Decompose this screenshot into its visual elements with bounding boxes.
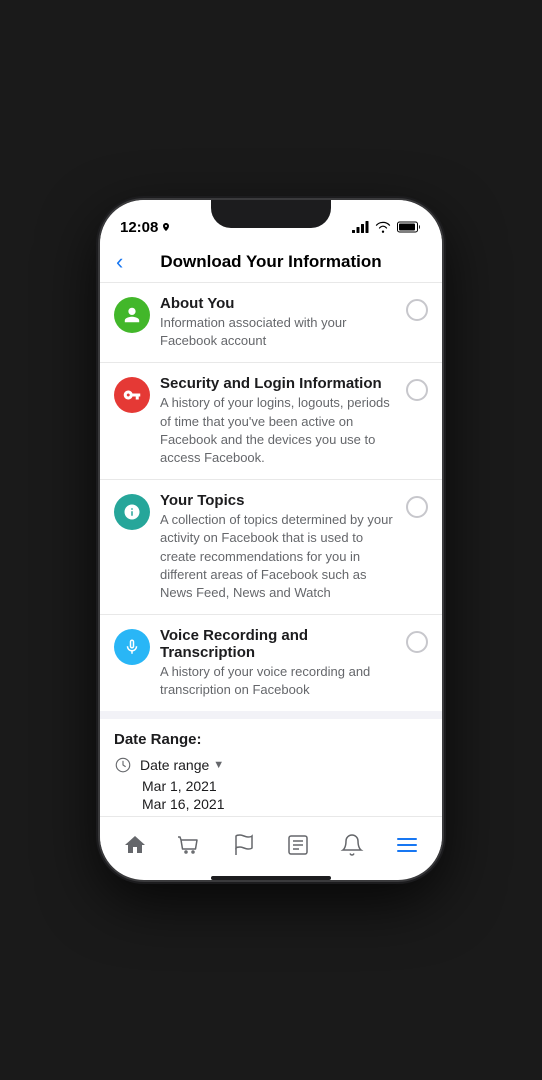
- topics-icon: [114, 494, 150, 530]
- nav-item-news[interactable]: [278, 829, 318, 861]
- time-display: 12:08: [120, 219, 158, 236]
- date-range-label: Date Range:: [114, 731, 428, 748]
- list-item[interactable]: Your Topics A collection of topics deter…: [100, 480, 442, 615]
- voice-title: Voice Recording and Transcription: [160, 627, 398, 661]
- news-icon: [286, 833, 310, 857]
- person-icon: [123, 306, 141, 324]
- nav-item-store[interactable]: [169, 829, 209, 861]
- list-item[interactable]: About You Information associated with yo…: [100, 283, 442, 363]
- section-list: About You Information associated with yo…: [100, 283, 442, 711]
- flag-icon: [232, 833, 256, 857]
- end-date: Mar 16, 2021: [142, 796, 428, 812]
- topics-text: Your Topics A collection of topics deter…: [160, 492, 398, 602]
- phone-shell: 12:08: [100, 200, 442, 880]
- nav-header: ‹ Download Your Information: [100, 244, 442, 283]
- nav-item-menu[interactable]: [387, 829, 427, 861]
- clock-icon: [114, 756, 132, 774]
- mic-icon: [123, 638, 141, 656]
- nav-item-bell[interactable]: [332, 829, 372, 861]
- back-button[interactable]: ‹: [116, 249, 123, 275]
- list-item[interactable]: Security and Login Information A history…: [100, 363, 442, 480]
- nav-item-home[interactable]: [115, 829, 155, 861]
- notch: [211, 200, 331, 228]
- list-item[interactable]: Voice Recording and Transcription A hist…: [100, 615, 442, 711]
- bottom-nav: [100, 816, 442, 872]
- security-icon: [114, 377, 150, 413]
- status-time: 12:08: [120, 219, 171, 236]
- content-area[interactable]: About You Information associated with yo…: [100, 283, 442, 816]
- status-icons: [352, 221, 422, 233]
- nav-item-flag[interactable]: [224, 829, 264, 861]
- info-icon: [123, 503, 141, 521]
- store-icon: [177, 833, 201, 857]
- date-range-text: Date range: [140, 757, 209, 773]
- start-date: Mar 1, 2021: [142, 778, 428, 794]
- home-icon: [123, 833, 147, 857]
- about-you-desc: Information associated with your Faceboo…: [160, 314, 398, 350]
- screen: 12:08: [100, 200, 442, 880]
- date-range-value[interactable]: Date range ▼: [140, 757, 224, 773]
- security-radio[interactable]: [406, 379, 428, 401]
- date-range-row[interactable]: Date range ▼: [114, 756, 428, 774]
- bell-icon: [340, 833, 364, 857]
- security-desc: A history of your logins, logouts, perio…: [160, 394, 398, 467]
- key-icon: [123, 386, 141, 404]
- signal-icon: [352, 221, 369, 233]
- page-title: Download Your Information: [160, 252, 381, 272]
- wifi-icon: [375, 221, 391, 233]
- security-title: Security and Login Information: [160, 375, 398, 392]
- about-you-text: About You Information associated with yo…: [160, 295, 398, 350]
- about-you-icon: [114, 297, 150, 333]
- about-you-radio[interactable]: [406, 299, 428, 321]
- date-range-section: Date Range: Date range ▼ Mar 1, 2021 Mar…: [100, 719, 442, 816]
- security-text: Security and Login Information A history…: [160, 375, 398, 467]
- voice-radio[interactable]: [406, 631, 428, 653]
- topics-desc: A collection of topics determined by you…: [160, 511, 398, 602]
- menu-icon: [395, 833, 419, 857]
- topics-title: Your Topics: [160, 492, 398, 509]
- voice-desc: A history of your voice recording and tr…: [160, 663, 398, 699]
- battery-icon: [397, 221, 422, 233]
- topics-radio[interactable]: [406, 496, 428, 518]
- home-bar: [211, 876, 331, 880]
- voice-icon: [114, 629, 150, 665]
- date-range-chevron: ▼: [213, 759, 224, 771]
- about-you-title: About You: [160, 295, 398, 312]
- voice-text: Voice Recording and Transcription A hist…: [160, 627, 398, 699]
- location-icon: [161, 222, 171, 232]
